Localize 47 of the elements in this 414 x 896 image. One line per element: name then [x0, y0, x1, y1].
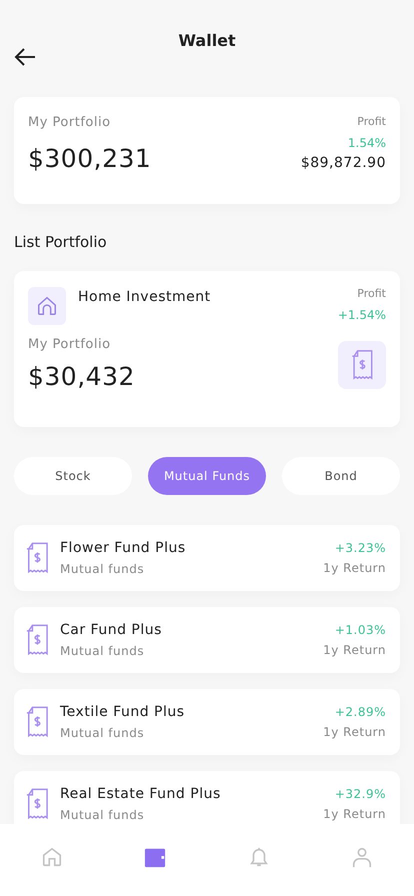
dollar-document-icon — [26, 624, 48, 656]
page-title: Wallet — [178, 31, 236, 50]
fund-type: Mutual funds — [60, 562, 146, 576]
profit-label: Profit — [357, 115, 386, 128]
section-title: List Portfolio — [14, 233, 108, 251]
back-arrow-icon[interactable] — [14, 48, 36, 66]
portfolio-label: My Portfolio — [28, 337, 112, 352]
profile-icon — [351, 846, 374, 868]
profit-amount: $89,872.90 — [300, 155, 386, 171]
dollar-document-icon — [351, 350, 373, 380]
bell-icon — [248, 846, 270, 868]
fund-card[interactable]: Textile Fund Plus Mutual funds +2.89% 1y Return — [14, 689, 400, 755]
portfolio-label: My Portfolio — [28, 115, 112, 130]
fund-type: Mutual funds — [60, 644, 146, 658]
fund-type: Mutual funds — [60, 808, 146, 822]
fund-card[interactable]: Flower Fund Plus Mutual funds +3.23% 1y Return — [14, 525, 400, 591]
fund-return: +32.9% — [334, 787, 386, 801]
portfolio-value: $30,432 — [28, 362, 135, 391]
portfolio-value: $300,231 — [28, 144, 152, 173]
profit-percent: +1.54% — [338, 308, 386, 322]
fund-name: Flower Fund Plus — [60, 540, 187, 556]
wallet-icon — [144, 846, 166, 868]
return-period: 1y Return — [323, 807, 386, 821]
category-tab[interactable]: Bond — [282, 457, 400, 495]
profit-label: Profit — [357, 287, 386, 300]
dollar-document-icon — [26, 788, 48, 820]
profit-percent: 1.54% — [348, 136, 386, 150]
fund-type: Mutual funds — [60, 726, 146, 740]
category-tab[interactable]: Stock — [14, 457, 132, 495]
dollar-document-icon — [26, 706, 48, 738]
fund-return: +2.89% — [334, 705, 386, 719]
dollar-document-icon — [26, 542, 48, 574]
fund-return: +3.23% — [334, 541, 386, 555]
investment-name: Home Investment — [78, 288, 212, 307]
fund-card[interactable]: Real Estate Fund Plus Mutual funds +32.9% 1y Return — [14, 771, 400, 824]
return-period: 1y Return — [323, 643, 386, 657]
wallet-nav-button[interactable] — [143, 846, 168, 870]
investment-card[interactable]: Home Investment Profit +1.54% My Portfolio $30,432 — [14, 271, 400, 427]
house-icon — [28, 287, 66, 325]
return-period: 1y Return — [323, 725, 386, 739]
fund-name: Car Fund Plus — [60, 622, 163, 638]
fund-name: Real Estate Fund Plus — [60, 786, 222, 802]
fund-return: +1.03% — [334, 623, 386, 637]
fund-card[interactable]: Car Fund Plus Mutual funds +1.03% 1y Return — [14, 607, 400, 673]
fund-name: Textile Fund Plus — [60, 704, 186, 720]
home-icon — [40, 846, 63, 868]
return-period: 1y Return — [323, 561, 386, 575]
